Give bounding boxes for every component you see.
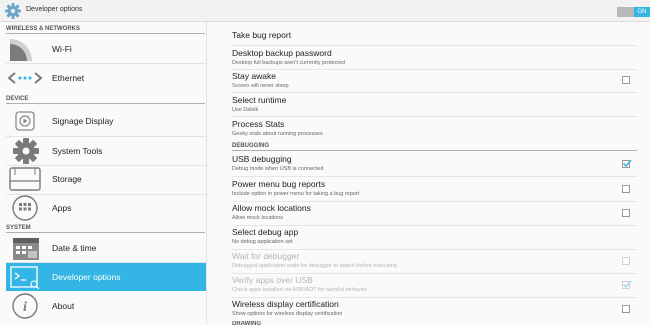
pref-divider [232, 92, 637, 93]
sidebar-item-date-time[interactable]: Date & time [6, 234, 206, 262]
pref-take-bug-report[interactable]: Take bug report [232, 30, 637, 46]
pref-title: Desktop backup password [232, 48, 332, 58]
sidebar-item-label: Signage Display [52, 116, 114, 126]
pref-allow-mock-locations[interactable]: Allow mock locations Allow mock location… [232, 203, 637, 226]
pref-divider [232, 297, 637, 298]
pref-title: Wait for debugger [232, 251, 300, 261]
section-header-wireless: WIRELESS & NETWORKS [6, 26, 81, 32]
toggle-on-label: ON [634, 7, 650, 17]
pref-select-runtime[interactable]: Select runtime Use Dalvik [232, 95, 637, 117]
pref-summary: Debug mode when USB is connected [232, 166, 324, 172]
developer-options-list: Take bug report Desktop backup password … [232, 22, 650, 325]
pref-usb-debugging[interactable]: USB debugging Debug mode when USB is con… [232, 154, 637, 177]
apps-icon [6, 194, 44, 222]
calendar-icon [6, 234, 44, 262]
pref-divider [232, 273, 637, 274]
pref-power-menu-bug-reports[interactable]: Power menu bug reports Include option in… [232, 179, 637, 202]
sidebar-item-apps[interactable]: Apps [6, 194, 206, 222]
sidebar-item-signage-display[interactable]: Signage Display [6, 107, 206, 135]
verify-apps-over-usb-checkbox [622, 280, 632, 289]
pref-wait-for-debugger: Wait for debugger Debugged application w… [232, 251, 637, 274]
pref-title: Take bug report [232, 30, 292, 40]
sidebar-item-label: Ethernet [52, 73, 85, 83]
usb-debugging-checkbox[interactable] [622, 159, 632, 168]
page-title: Developer options [26, 6, 83, 13]
section-header-drawing: DRAWING [232, 321, 261, 325]
pref-divider [232, 176, 637, 177]
stay-awake-checkbox[interactable] [622, 76, 630, 84]
sidebar-item-label: About [52, 301, 75, 311]
pref-summary: Check apps installed via ADB/ADT for har… [232, 287, 368, 293]
pref-divider [232, 201, 637, 202]
gear-icon [4, 2, 22, 20]
section-divider [6, 103, 205, 104]
pref-title: Process Stats [232, 119, 285, 129]
pref-summary: Show options for wireless display certif… [232, 311, 343, 317]
pref-divider [232, 45, 637, 46]
sidebar-item-system-tools[interactable]: System Tools [6, 137, 206, 165]
checkmark-icon [622, 159, 632, 168]
pref-title: Allow mock locations [232, 203, 311, 213]
pref-summary: Use Dalvik [232, 107, 259, 113]
sidebar-item-storage[interactable]: Storage [6, 165, 206, 193]
pref-divider [232, 249, 637, 250]
sidebar-item-label: Wi-Fi [52, 44, 72, 54]
pref-summary: Desktop full backups aren't currently pr… [232, 60, 345, 66]
developer-options-toggle[interactable]: ON [617, 7, 650, 17]
sidebar-item-label: Date & time [52, 243, 97, 253]
pref-title: Verify apps over USB [232, 275, 313, 285]
info-icon: i [6, 292, 44, 320]
pref-stay-awake[interactable]: Stay awake Screen will never sleep [232, 71, 637, 93]
sidebar-item-label: Storage [52, 174, 82, 184]
pref-title: Power menu bug reports [232, 179, 326, 189]
pref-divider [232, 116, 637, 117]
svg-text:i: i [23, 300, 27, 315]
sidebar-item-ethernet[interactable]: Ethernet [6, 64, 206, 92]
pref-summary: Allow mock locations [232, 215, 284, 221]
pref-wireless-display-certification[interactable]: Wireless display certification Show opti… [232, 299, 637, 321]
pref-title: Select debug app [232, 227, 299, 237]
gear-icon [6, 137, 44, 165]
pref-summary: Screen will never sleep [232, 83, 289, 89]
terminal-icon [6, 263, 44, 291]
section-header-system: SYSTEM [6, 225, 31, 231]
power-menu-bug-reports-checkbox[interactable] [622, 185, 630, 193]
section-divider [6, 33, 205, 34]
ethernet-icon [6, 64, 44, 92]
signage-display-icon [6, 107, 44, 135]
storage-icon [6, 165, 44, 193]
pref-divider [232, 69, 637, 70]
wifi-icon [6, 35, 44, 63]
section-header-debugging: DEBUGGING [232, 143, 270, 149]
pref-title: Wireless display certification [232, 299, 339, 309]
pref-title: USB debugging [232, 154, 292, 164]
section-header-device: DEVICE [6, 96, 29, 102]
pref-summary: Include option in power menu for taking … [232, 191, 360, 197]
pref-title: Select runtime [232, 95, 287, 105]
sidebar-item-wifi[interactable]: Wi-Fi [6, 35, 206, 63]
sidebar-item-developer-options[interactable]: Developer options [6, 263, 206, 291]
pref-process-stats[interactable]: Process Stats Geeky stats about running … [232, 119, 637, 141]
sidebar-item-about[interactable]: i About [6, 292, 206, 320]
pref-summary: Debugged application waits for debugger … [232, 263, 397, 269]
sidebar-item-label: Developer options [52, 272, 121, 282]
sidebar-item-label: System Tools [52, 146, 103, 156]
pref-verify-apps-over-usb: Verify apps over USB Check apps installe… [232, 275, 637, 298]
section-divider [6, 232, 205, 233]
pref-select-debug-app[interactable]: Select debug app No debug application se… [232, 227, 637, 250]
title-bar: Developer options ON [0, 0, 650, 22]
pref-summary: No debug application set [232, 239, 293, 245]
wait-for-debugger-checkbox [622, 257, 630, 265]
sidebar-item-label: Apps [52, 203, 72, 213]
pref-title: Stay awake [232, 71, 276, 81]
section-divider [232, 150, 637, 151]
pref-summary: Geeky stats about running processes [232, 131, 323, 137]
settings-sidebar: WIRELESS & NETWORKS Wi-Fi Ethernet DEVIC… [0, 22, 207, 325]
wireless-display-certification-checkbox[interactable] [622, 305, 630, 313]
allow-mock-locations-checkbox[interactable] [622, 209, 630, 217]
checkmark-icon [622, 280, 632, 289]
pref-divider [232, 225, 637, 226]
pref-desktop-backup-password[interactable]: Desktop backup password Desktop full bac… [232, 48, 637, 70]
